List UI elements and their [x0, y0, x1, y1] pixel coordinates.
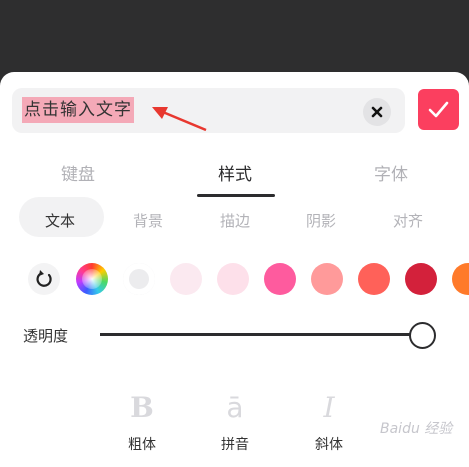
color-palette — [0, 263, 469, 299]
subtab-background[interactable]: 背景 — [133, 210, 163, 231]
subtab-stroke[interactable]: 描边 — [220, 210, 250, 231]
pinyin-button[interactable]: ā 拼音 — [210, 390, 260, 454]
italic-button[interactable]: I 斜体 — [304, 390, 354, 454]
style-subtabs: 文本 背景 描边 阴影 对齐 — [0, 197, 469, 241]
input-text[interactable]: 点击输入文字 — [22, 97, 134, 123]
pinyin-label: 拼音 — [221, 437, 249, 453]
subtab-align[interactable]: 对齐 — [393, 210, 423, 231]
reset-icon — [36, 270, 52, 287]
color-swatch[interactable] — [358, 263, 390, 295]
close-icon — [371, 106, 383, 118]
italic-label: 斜体 — [315, 437, 343, 453]
color-swatch-white[interactable] — [123, 263, 155, 295]
italic-icon: I — [323, 391, 335, 424]
color-swatch[interactable] — [170, 263, 202, 295]
clear-button[interactable] — [363, 98, 391, 126]
opacity-label: 透明度 — [23, 327, 69, 345]
tab-style[interactable]: 样式 — [218, 160, 252, 185]
opacity-slider-thumb[interactable] — [409, 322, 436, 349]
subtab-text[interactable]: 文本 — [45, 210, 75, 231]
custom-color-picker[interactable] — [76, 263, 108, 295]
annotation-arrow-icon — [152, 107, 207, 132]
color-swatch[interactable] — [452, 263, 469, 295]
tab-keyboard[interactable]: 键盘 — [61, 160, 95, 185]
color-swatch[interactable] — [217, 263, 249, 295]
tab-font[interactable]: 字体 — [374, 160, 408, 185]
bold-label: 粗体 — [128, 437, 156, 453]
color-swatch[interactable] — [405, 263, 437, 295]
check-icon — [428, 101, 449, 118]
confirm-button[interactable] — [418, 89, 459, 130]
color-wheel-icon — [82, 269, 102, 289]
color-swatch[interactable] — [264, 263, 296, 295]
opacity-control: 透明度 — [0, 322, 469, 352]
opacity-slider-track[interactable] — [100, 333, 422, 336]
bold-button[interactable]: B 粗体 — [117, 390, 167, 454]
watermark: Baidu 经验 — [380, 421, 453, 437]
bold-icon: B — [130, 391, 154, 424]
text-edit-panel: 点击输入文字 键盘 样式 字体 文本 背景 描边 阴影 对齐 透明度 B 粗体 … — [0, 72, 469, 467]
color-swatch[interactable] — [311, 263, 343, 295]
main-tabs: 键盘 样式 字体 — [0, 154, 469, 197]
reset-color-button[interactable] — [28, 263, 60, 295]
subtab-shadow[interactable]: 阴影 — [306, 210, 336, 231]
pinyin-icon: ā — [226, 391, 244, 424]
